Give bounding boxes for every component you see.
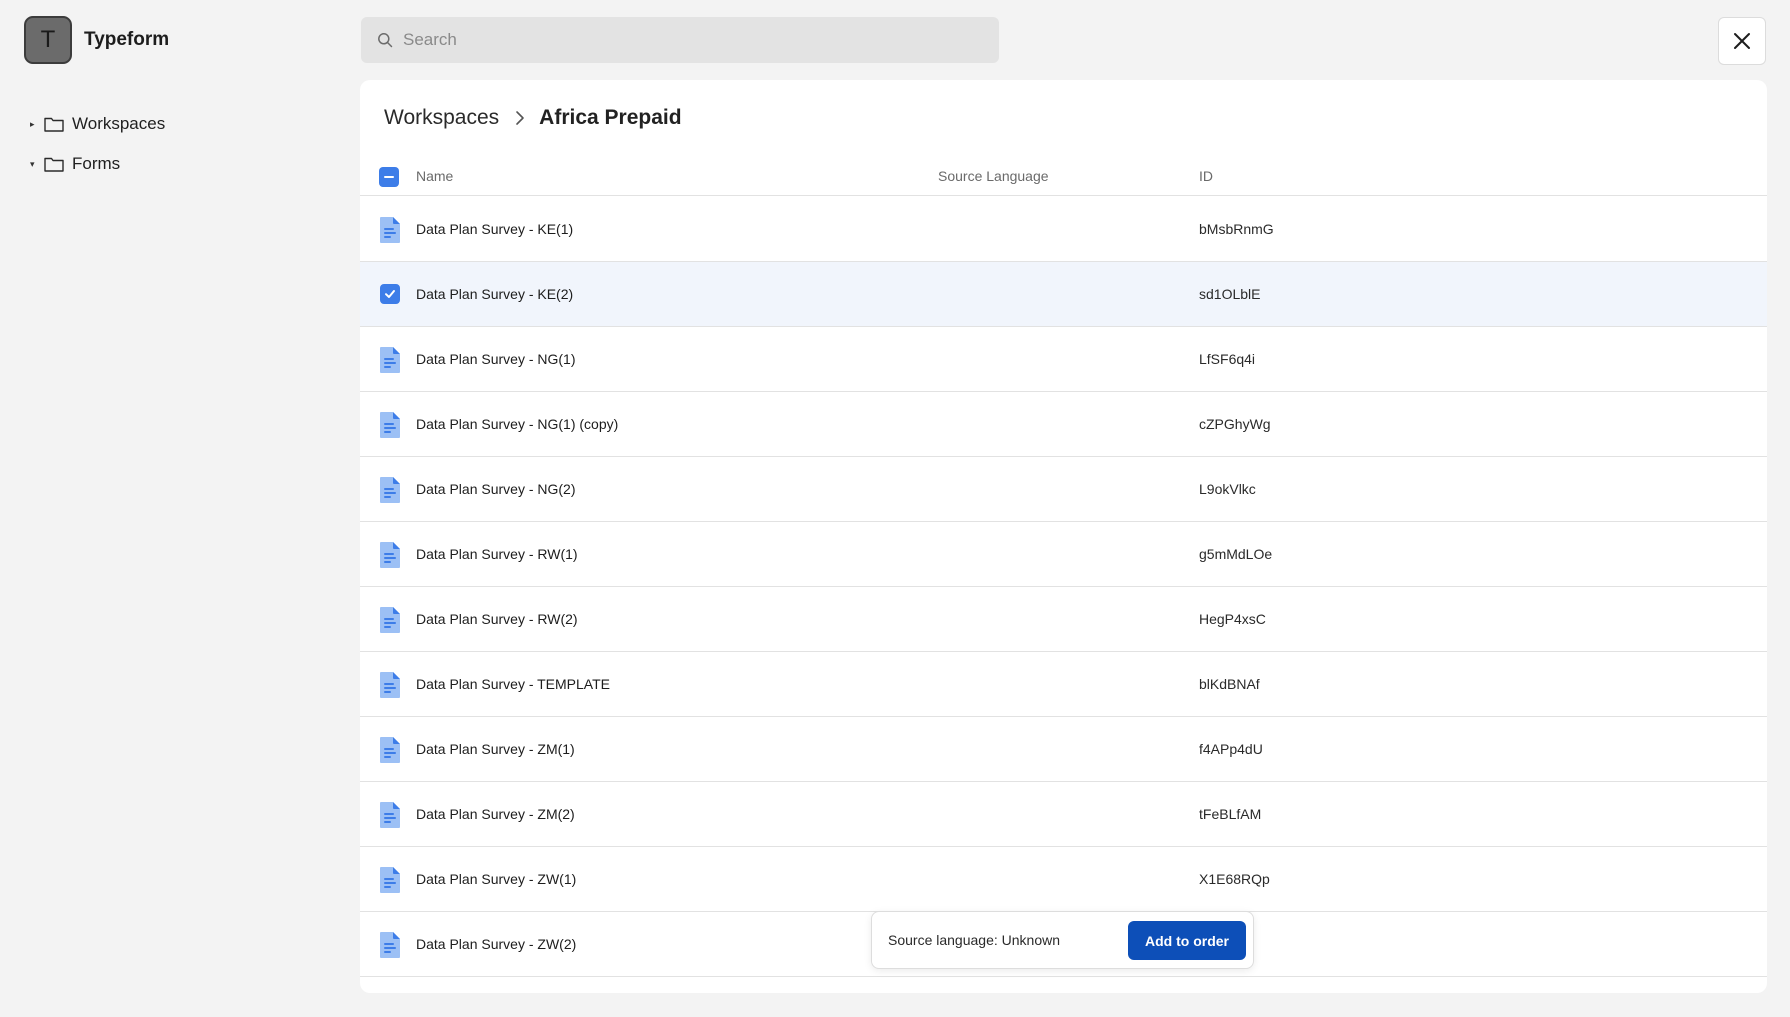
source-language-status: Source language: Unknown: [888, 932, 1061, 948]
table-row[interactable]: Data Plan Survey - NG(1) LfSF6q4i: [360, 327, 1767, 392]
form-id: LfSF6q4i: [1199, 351, 1256, 367]
form-document-icon: [379, 541, 401, 569]
form-name: Data Plan Survey - NG(2): [416, 481, 576, 497]
sidebar-tree: ▸ Workspaces ▾ Forms: [30, 104, 165, 184]
avatar-letter: T: [40, 26, 56, 53]
chevron-right-icon: [516, 111, 524, 125]
sidebar-item-label: Workspaces: [72, 114, 166, 133]
form-document-icon: [379, 216, 401, 244]
close-icon: [1734, 33, 1750, 49]
form-id: HegP4xsC: [1199, 611, 1266, 627]
form-id: g5mMdLOe: [1199, 546, 1273, 562]
caret-right-icon[interactable]: ▸: [30, 119, 40, 130]
search-bar[interactable]: [361, 17, 999, 63]
sidebar-item-label: Forms: [72, 154, 121, 173]
minus-icon: [384, 176, 394, 178]
table-row[interactable]: Data Plan Survey - NG(2) L9okVlkc: [360, 457, 1767, 522]
form-id: cZPGhyWg: [1199, 416, 1271, 432]
select-all-checkbox[interactable]: [379, 167, 399, 187]
form-name: Data Plan Survey - ZM(2): [416, 806, 575, 822]
form-id: tFeBLfAM: [1199, 806, 1262, 822]
forms-table-body: Data Plan Survey - KE(1) bMsbRnmG Data Pla…: [360, 197, 1767, 977]
table-row[interactable]: Data Plan Survey - KE(2) sd1OLblE: [360, 262, 1767, 327]
form-name: Data Plan Survey - RW(1): [416, 546, 578, 562]
form-document-icon: [379, 671, 401, 699]
form-document-icon: [379, 346, 401, 374]
add-to-order-button[interactable]: Add to order: [1128, 921, 1246, 960]
form-name: Data Plan Survey - ZW(1): [416, 871, 577, 887]
form-name: Data Plan Survey - NG(1): [416, 351, 576, 367]
form-id: X1E68RQp: [1199, 871, 1270, 887]
workspace-avatar[interactable]: T: [24, 16, 72, 64]
search-icon: [378, 33, 393, 48]
form-document-icon: [379, 476, 401, 504]
form-name: Data Plan Survey - ZM(1): [416, 741, 575, 757]
form-id: bMsbRnmG: [1199, 221, 1274, 237]
form-name: Data Plan Survey - ZW(2): [416, 936, 577, 952]
table-row[interactable]: Data Plan Survey - RW(2) HegP4xsC: [360, 587, 1767, 652]
column-header-name[interactable]: Name: [416, 168, 453, 184]
app-name: Typeform: [84, 29, 170, 50]
form-name: Data Plan Survey - RW(2): [416, 611, 578, 627]
form-id: sd1OLblE: [1199, 286, 1261, 302]
table-row[interactable]: Data Plan Survey - ZM(1) f4APp4dU: [360, 717, 1767, 782]
form-id: f4APp4dU: [1199, 741, 1263, 757]
brand: T Typeform: [24, 16, 169, 64]
column-header-id[interactable]: ID: [1199, 168, 1213, 184]
sidebar-item-workspaces[interactable]: ▸ Workspaces: [30, 104, 165, 144]
form-document-icon: [379, 736, 401, 764]
close-button[interactable]: [1718, 17, 1766, 65]
form-name: Data Plan Survey - KE(1): [416, 221, 574, 237]
table-header: Name Source Language ID: [360, 158, 1767, 196]
table-row[interactable]: Data Plan Survey - RW(1) g5mMdLOe: [360, 522, 1767, 587]
form-document-icon: [379, 606, 401, 634]
forms-panel: Workspaces Africa Prepaid Name Source La…: [360, 80, 1767, 993]
form-id: blKdBNAf: [1199, 676, 1260, 692]
form-name: Data Plan Survey - NG(1) (copy): [416, 416, 619, 432]
form-id: L9okVlkc: [1199, 481, 1256, 497]
folder-icon: [44, 157, 64, 172]
caret-down-icon[interactable]: ▾: [30, 159, 40, 170]
table-row[interactable]: Data Plan Survey - TEMPLATE blKdBNAf: [360, 652, 1767, 717]
table-row[interactable]: Data Plan Survey - KE(1) bMsbRnmG: [360, 197, 1767, 262]
breadcrumb-current: Africa Prepaid: [539, 106, 682, 129]
table-row[interactable]: Data Plan Survey - ZW(1) X1E68RQp: [360, 847, 1767, 912]
check-icon: [384, 288, 396, 300]
row-checkbox[interactable]: [380, 284, 400, 304]
form-document-icon: [379, 801, 401, 829]
sidebar-item-forms[interactable]: ▾ Forms: [30, 144, 165, 184]
breadcrumb-workspaces[interactable]: Workspaces: [384, 106, 499, 130]
form-name: Data Plan Survey - KE(2): [416, 286, 574, 302]
search-input[interactable]: [403, 30, 963, 50]
form-document-icon: [379, 411, 401, 439]
form-name: Data Plan Survey - TEMPLATE: [416, 676, 610, 692]
table-row[interactable]: Data Plan Survey - ZM(2) tFeBLfAM: [360, 782, 1767, 847]
order-action-bar: Source language: Unknown Add to order: [871, 911, 1254, 969]
form-document-icon: [379, 931, 401, 959]
table-row[interactable]: Data Plan Survey - NG(1) (copy) cZPGhyWg: [360, 392, 1767, 457]
column-header-source-language[interactable]: Source Language: [938, 168, 1049, 184]
folder-icon: [44, 117, 64, 132]
form-document-icon: [379, 866, 401, 894]
breadcrumb: Workspaces Africa Prepaid: [384, 102, 682, 134]
